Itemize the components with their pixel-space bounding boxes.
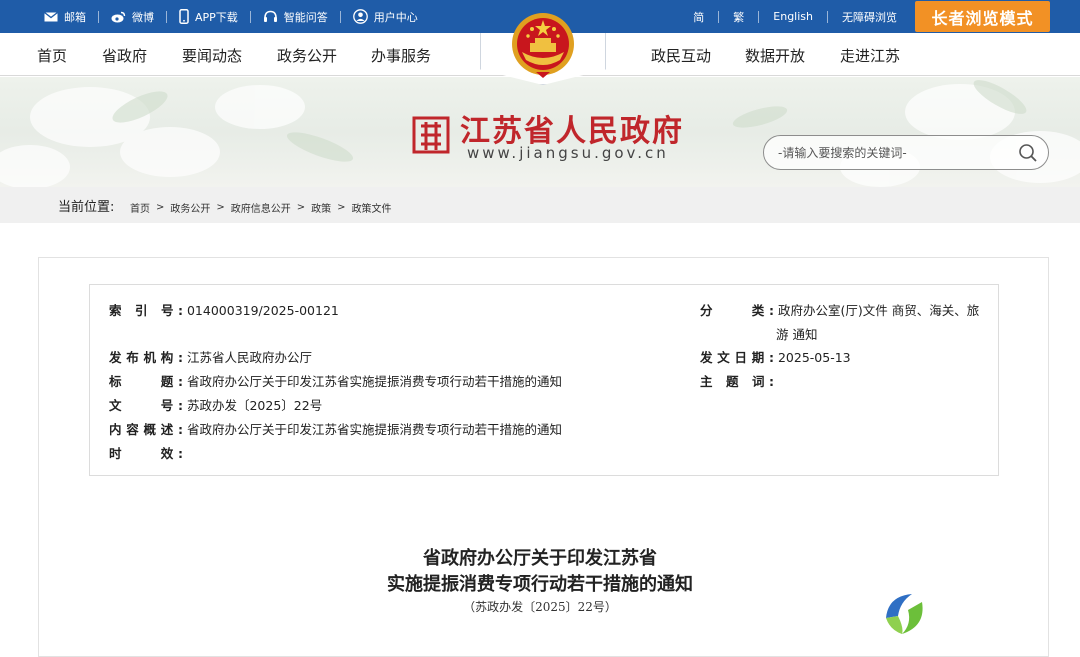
floating-service-logo-icon[interactable] [878, 588, 930, 640]
meta-subject-key: 主 题 词: [700, 374, 774, 389]
breadcrumb-item-home[interactable]: 首页 [130, 200, 150, 215]
nav-services[interactable]: 办事服务 [371, 45, 431, 66]
divider [249, 10, 251, 23]
meta-docno: 文 号: 苏政办发〔2025〕22号 [109, 395, 322, 414]
meta-summary: 内容概述: 省政府办公厅关于印发江苏省实施提振消费专项行动若干措施的通知 [109, 419, 562, 438]
user-center-link[interactable]: 用户中心 [345, 9, 426, 25]
meta-summary-key: 内容概述: [109, 422, 183, 437]
document-title-line-1: 省政府办公厅关于印发江苏省 [423, 548, 657, 569]
smart-qa-label: 智能问答 [283, 10, 328, 24]
meta-publisher-key: 发布机构: [109, 350, 183, 365]
nav-government-affairs[interactable]: 政务公开 [277, 45, 337, 66]
meta-docno-key: 文 号: [109, 398, 183, 413]
breadcrumb-item-policy[interactable]: 政策 [311, 200, 331, 215]
meta-category-value-2: 游 通知 [776, 327, 818, 342]
chevron-right-icon: > [156, 202, 165, 213]
search-box [763, 135, 1049, 170]
app-download-link[interactable]: APP下载 [171, 9, 246, 25]
mail-label: 邮箱 [64, 10, 86, 24]
search-input[interactable] [778, 144, 1008, 162]
meta-subject: 主 题 词: [700, 371, 774, 390]
meta-validity: 时 效: [109, 443, 183, 462]
breadcrumb-item-affairs[interactable]: 政务公开 [170, 200, 210, 215]
breadcrumb-item-info-disclosure[interactable]: 政府信息公开 [231, 200, 291, 215]
meta-summary-value: 省政府办公厅关于印发江苏省实施提振消费专项行动若干措施的通知 [186, 422, 562, 437]
divider [98, 10, 99, 23]
user-center-label: 用户中心 [373, 10, 418, 24]
user-icon [352, 9, 368, 24]
breadcrumb: 首页 > 政务公开 > 政府信息公开 > 政策 > 政策文件 [130, 200, 392, 215]
utility-links: 邮箱 微博 APP下载 智能问答 用户中心 [36, 0, 426, 33]
smart-qa-link[interactable]: 智能问答 [255, 9, 336, 25]
breadcrumb-bar: 当前位置: 首页 > 政务公开 > 政府信息公开 > 政策 > 政策文件 [0, 187, 1080, 223]
meta-date-key: 发文日期: [700, 350, 774, 365]
meta-publisher-value: 江苏省人民政府办公厅 [186, 350, 312, 365]
meta-publisher: 发布机构: 江苏省人民政府办公厅 [109, 347, 312, 366]
divider [339, 10, 341, 23]
meta-index: 索 引 号: 014000319/2025-00121 [109, 300, 339, 319]
app-download-label: APP下载 [195, 10, 238, 24]
divider [718, 10, 720, 23]
phone-icon [179, 9, 189, 24]
chevron-right-icon: > [337, 202, 346, 213]
language-links: 简 繁 English 无障碍浏览 长者浏览模式 [683, 0, 1050, 33]
meta-category-key: 分 类: [700, 303, 774, 318]
meta-date-value: 2025-05-13 [777, 350, 851, 365]
jiangsu-logo-icon [412, 116, 450, 154]
meta-category-value: 政府办公室(厅)文件 商贸、海关、旅 [777, 303, 980, 318]
meta-index-value: 014000319/2025-00121 [186, 303, 339, 318]
nav-home[interactable]: 首页 [37, 45, 67, 66]
nav-interaction[interactable]: 政民互动 [651, 45, 711, 66]
meta-category: 分 类: 政府办公室(厅)文件 商贸、海关、旅 [700, 300, 979, 319]
meta-title: 标 题: 省政府办公厅关于印发江苏省实施提振消费专项行动若干措施的通知 [109, 371, 562, 390]
meta-category-line2: 游 通知 [776, 324, 817, 343]
weibo-icon [111, 11, 126, 22]
meta-title-key: 标 题: [109, 374, 183, 389]
divider [758, 10, 760, 23]
chevron-right-icon: > [216, 202, 225, 213]
divider [827, 10, 828, 23]
meta-title-value: 省政府办公厅关于印发江苏省实施提振消费专项行动若干措施的通知 [186, 374, 562, 389]
search-icon[interactable] [1018, 143, 1038, 163]
site-url: www.jiangsu.gov.cn [467, 144, 669, 162]
meta-index-key: 索 引 号: [109, 303, 183, 318]
nav-provincial-government[interactable]: 省政府 [102, 45, 147, 66]
weibo-link[interactable]: 微博 [103, 9, 162, 25]
mail-link[interactable]: 邮箱 [36, 9, 94, 25]
nav-news[interactable]: 要闻动态 [182, 45, 242, 66]
nav-open-data[interactable]: 数据开放 [745, 45, 805, 66]
mail-icon [44, 11, 58, 21]
meta-validity-key: 时 效: [109, 446, 183, 461]
weibo-label: 微博 [132, 10, 154, 24]
headset-icon [263, 10, 277, 22]
breadcrumb-item-policy-files[interactable]: 政策文件 [352, 200, 392, 215]
breadcrumb-label: 当前位置: [58, 200, 115, 215]
traditional-chinese-link[interactable]: 繁 [723, 9, 754, 25]
nav-about-jiangsu[interactable]: 走进江苏 [840, 45, 900, 66]
chevron-right-icon: > [296, 202, 306, 213]
meta-date: 发文日期: 2025-05-13 [700, 347, 851, 366]
elder-mode-button[interactable]: 长者浏览模式 [915, 1, 1050, 32]
simplified-chinese-link[interactable]: 简 [683, 9, 714, 25]
meta-docno-value: 苏政办发〔2025〕22号 [186, 398, 323, 413]
accessibility-link[interactable]: 无障碍浏览 [832, 9, 907, 25]
english-link[interactable]: English [763, 10, 823, 23]
national-emblem-icon [512, 13, 574, 78]
divider [166, 10, 167, 23]
